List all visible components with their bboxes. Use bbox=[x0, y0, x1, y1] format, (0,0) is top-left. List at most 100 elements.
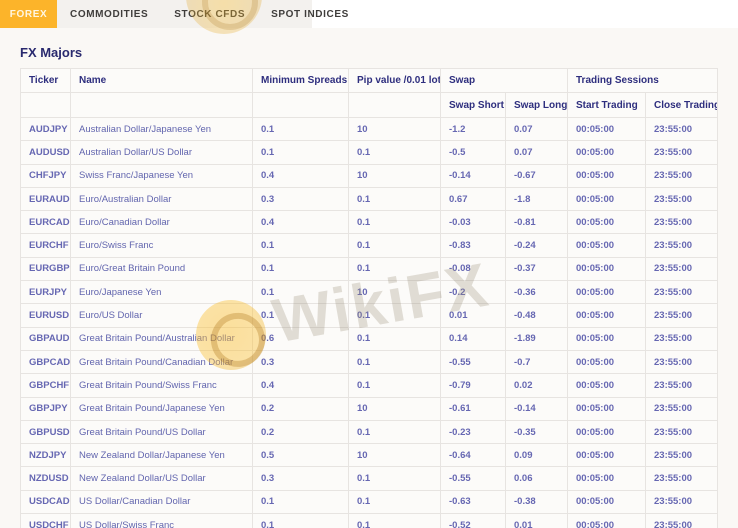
cell-start-trading: 00:05:00 bbox=[568, 304, 646, 327]
cell-close-trading: 23:55:00 bbox=[646, 164, 718, 187]
cell-close-trading: 23:55:00 bbox=[646, 118, 718, 141]
header-minimum-spreads: Minimum Spreads bbox=[253, 69, 349, 93]
cell-min-spread: 0.4 bbox=[253, 164, 349, 187]
cell-name: US Dollar/Swiss Franc bbox=[71, 514, 253, 528]
cell-name: Great Britain Pound/Australian Dollar bbox=[71, 327, 253, 350]
table-row: AUDUSDAustralian Dollar/US Dollar0.10.1-… bbox=[21, 141, 718, 164]
cell-close-trading: 23:55:00 bbox=[646, 187, 718, 210]
cell-min-spread: 0.5 bbox=[253, 444, 349, 467]
cell-name: New Zealand Dollar/US Dollar bbox=[71, 467, 253, 490]
cell-swap-short: -0.83 bbox=[441, 234, 506, 257]
page-title: FX Majors bbox=[20, 45, 718, 60]
instrument-specs-screen: FOREX COMMODITIES STOCK CFDS SPOT INDICE… bbox=[0, 0, 738, 528]
cell-close-trading: 23:55:00 bbox=[646, 141, 718, 164]
table-row: EURUSDEuro/US Dollar0.10.10.01-0.4800:05… bbox=[21, 304, 718, 327]
cell-min-spread: 0.1 bbox=[253, 304, 349, 327]
cell-close-trading: 23:55:00 bbox=[646, 374, 718, 397]
cell-ticker: EURAUD bbox=[21, 187, 71, 210]
cell-ticker: USDCHF bbox=[21, 514, 71, 528]
table-row: EURAUDEuro/Australian Dollar0.30.10.67-1… bbox=[21, 187, 718, 210]
cell-swap-long: -0.38 bbox=[506, 490, 568, 513]
cell-ticker: GBPUSD bbox=[21, 420, 71, 443]
cell-ticker: EURCAD bbox=[21, 211, 71, 234]
cell-ticker: AUDUSD bbox=[21, 141, 71, 164]
category-tabbar: FOREX COMMODITIES STOCK CFDS SPOT INDICE… bbox=[0, 0, 738, 28]
cell-ticker: EURUSD bbox=[21, 304, 71, 327]
cell-swap-long: 0.09 bbox=[506, 444, 568, 467]
tab-stock-cfds[interactable]: STOCK CFDS bbox=[161, 0, 258, 28]
cell-pip-value: 0.1 bbox=[349, 257, 441, 280]
cell-start-trading: 00:05:00 bbox=[568, 234, 646, 257]
table-row: CHFJPYSwiss Franc/Japanese Yen0.410-0.14… bbox=[21, 164, 718, 187]
content-area: FX Majors Ticker Name Minimum Spreads Pi… bbox=[0, 28, 738, 528]
cell-close-trading: 23:55:00 bbox=[646, 304, 718, 327]
cell-close-trading: 23:55:00 bbox=[646, 514, 718, 528]
table-row: EURJPYEuro/Japanese Yen0.110-0.2-0.3600:… bbox=[21, 281, 718, 304]
cell-start-trading: 00:05:00 bbox=[568, 257, 646, 280]
cell-pip-value: 0.1 bbox=[349, 420, 441, 443]
cell-start-trading: 00:05:00 bbox=[568, 350, 646, 373]
tab-spot-indices[interactable]: SPOT INDICES bbox=[258, 0, 362, 28]
cell-pip-value: 10 bbox=[349, 281, 441, 304]
cell-start-trading: 00:05:00 bbox=[568, 514, 646, 528]
header-min-spread-spacer bbox=[253, 93, 349, 118]
table-body: AUDJPYAustralian Dollar/Japanese Yen0.11… bbox=[21, 118, 718, 528]
header-name: Name bbox=[71, 69, 253, 93]
cell-start-trading: 00:05:00 bbox=[568, 211, 646, 234]
header-trading-sessions-group: Trading Sessions bbox=[568, 69, 718, 93]
cell-start-trading: 00:05:00 bbox=[568, 187, 646, 210]
cell-swap-short: -0.61 bbox=[441, 397, 506, 420]
cell-name: New Zealand Dollar/Japanese Yen bbox=[71, 444, 253, 467]
cell-min-spread: 0.3 bbox=[253, 187, 349, 210]
cell-pip-value: 0.1 bbox=[349, 327, 441, 350]
cell-pip-value: 0.1 bbox=[349, 211, 441, 234]
cell-name: Euro/Australian Dollar bbox=[71, 187, 253, 210]
header-ticker: Ticker bbox=[21, 69, 71, 93]
cell-ticker: EURGBP bbox=[21, 257, 71, 280]
table-row: AUDJPYAustralian Dollar/Japanese Yen0.11… bbox=[21, 118, 718, 141]
cell-name: US Dollar/Canadian Dollar bbox=[71, 490, 253, 513]
cell-swap-long: 0.07 bbox=[506, 118, 568, 141]
cell-start-trading: 00:05:00 bbox=[568, 467, 646, 490]
table-row: GBPCHFGreat Britain Pound/Swiss Franc0.4… bbox=[21, 374, 718, 397]
header-start-trading: Start Trading bbox=[568, 93, 646, 118]
cell-pip-value: 0.1 bbox=[349, 187, 441, 210]
table-row: USDCADUS Dollar/Canadian Dollar0.10.1-0.… bbox=[21, 490, 718, 513]
cell-swap-short: -0.03 bbox=[441, 211, 506, 234]
cell-swap-short: -1.2 bbox=[441, 118, 506, 141]
cell-pip-value: 0.1 bbox=[349, 467, 441, 490]
cell-start-trading: 00:05:00 bbox=[568, 327, 646, 350]
cell-name: Great Britain Pound/Japanese Yen bbox=[71, 397, 253, 420]
cell-ticker: NZDUSD bbox=[21, 467, 71, 490]
cell-swap-long: -0.81 bbox=[506, 211, 568, 234]
cell-swap-long: -0.37 bbox=[506, 257, 568, 280]
cell-pip-value: 0.1 bbox=[349, 490, 441, 513]
cell-swap-short: -0.2 bbox=[441, 281, 506, 304]
cell-pip-value: 10 bbox=[349, 444, 441, 467]
category-tabstrip: FOREX COMMODITIES STOCK CFDS SPOT INDICE… bbox=[0, 0, 312, 28]
cell-start-trading: 00:05:00 bbox=[568, 141, 646, 164]
tab-commodities[interactable]: COMMODITIES bbox=[57, 0, 161, 28]
cell-swap-long: -0.14 bbox=[506, 397, 568, 420]
cell-close-trading: 23:55:00 bbox=[646, 327, 718, 350]
cell-swap-long: -0.35 bbox=[506, 420, 568, 443]
header-swap-long: Swap Long bbox=[506, 93, 568, 118]
cell-ticker: EURJPY bbox=[21, 281, 71, 304]
cell-min-spread: 0.1 bbox=[253, 281, 349, 304]
cell-min-spread: 0.3 bbox=[253, 467, 349, 490]
cell-name: Euro/Great Britain Pound bbox=[71, 257, 253, 280]
cell-pip-value: 0.1 bbox=[349, 350, 441, 373]
header-pip-value-spacer bbox=[349, 93, 441, 118]
cell-start-trading: 00:05:00 bbox=[568, 118, 646, 141]
cell-swap-long: -1.8 bbox=[506, 187, 568, 210]
table-row: GBPCADGreat Britain Pound/Canadian Dolla… bbox=[21, 350, 718, 373]
cell-swap-short: 0.14 bbox=[441, 327, 506, 350]
cell-min-spread: 0.4 bbox=[253, 211, 349, 234]
cell-name: Euro/Japanese Yen bbox=[71, 281, 253, 304]
cell-min-spread: 0.1 bbox=[253, 118, 349, 141]
header-ticker-spacer bbox=[21, 93, 71, 118]
table-row: USDCHFUS Dollar/Swiss Franc0.10.1-0.520.… bbox=[21, 514, 718, 528]
tab-forex[interactable]: FOREX bbox=[0, 0, 57, 28]
cell-min-spread: 0.1 bbox=[253, 514, 349, 528]
cell-swap-short: 0.01 bbox=[441, 304, 506, 327]
